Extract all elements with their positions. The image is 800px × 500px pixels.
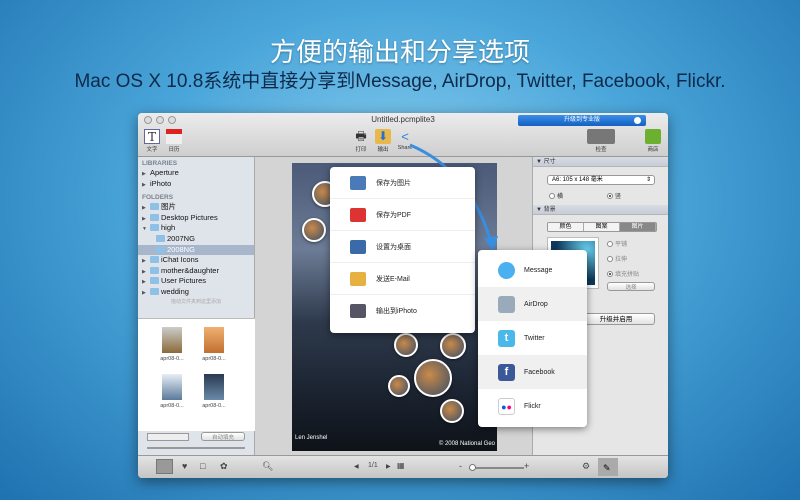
menu-label: 发送E-Mail [376, 275, 410, 283]
menu-label: 保存为PDF [376, 211, 411, 219]
flickr-icon: ●● [498, 397, 515, 415]
menu-export-iphoto[interactable]: 输出到iPhoto [330, 295, 475, 327]
share-label: AirDrop [524, 300, 548, 308]
message-icon [498, 261, 515, 279]
share-flickr[interactable]: ●● Flickr [478, 389, 587, 423]
image-icon [350, 175, 366, 190]
share-label: Message [524, 266, 553, 274]
share-twitter[interactable]: t Twitter [478, 321, 587, 355]
share-airdrop[interactable]: AirDrop [478, 287, 587, 321]
facebook-icon: f [498, 363, 515, 381]
menu-label: 设置为桌面 [376, 243, 411, 251]
twitter-icon: t [498, 329, 515, 347]
share-menu: Message AirDrop t Twitter f Facebook ●● Fli… [478, 250, 587, 427]
envelope-icon [350, 271, 366, 286]
share-label: Facebook [524, 368, 555, 376]
share-label: Twitter [524, 334, 545, 342]
share-message[interactable]: Message [478, 253, 587, 287]
airdrop-icon [498, 295, 515, 313]
menu-label: 保存为图片 [376, 179, 411, 187]
pdf-icon [350, 207, 366, 222]
menu-send-email[interactable]: 发送E-Mail [330, 263, 475, 295]
iphoto-icon [350, 304, 366, 318]
desktop-icon [350, 239, 366, 254]
share-label: Flickr [524, 402, 541, 410]
menu-label: 输出到iPhoto [376, 308, 417, 315]
menu-set-desktop[interactable]: 设置为桌面 [330, 231, 475, 263]
menu-save-image[interactable]: 保存为图片 [330, 167, 475, 199]
share-facebook[interactable]: f Facebook [478, 355, 587, 389]
export-menu: 保存为图片 保存为PDF 设置为桌面 发送E-Mail 输出到iPhoto [330, 167, 475, 333]
menu-save-pdf[interactable]: 保存为PDF [330, 199, 475, 231]
